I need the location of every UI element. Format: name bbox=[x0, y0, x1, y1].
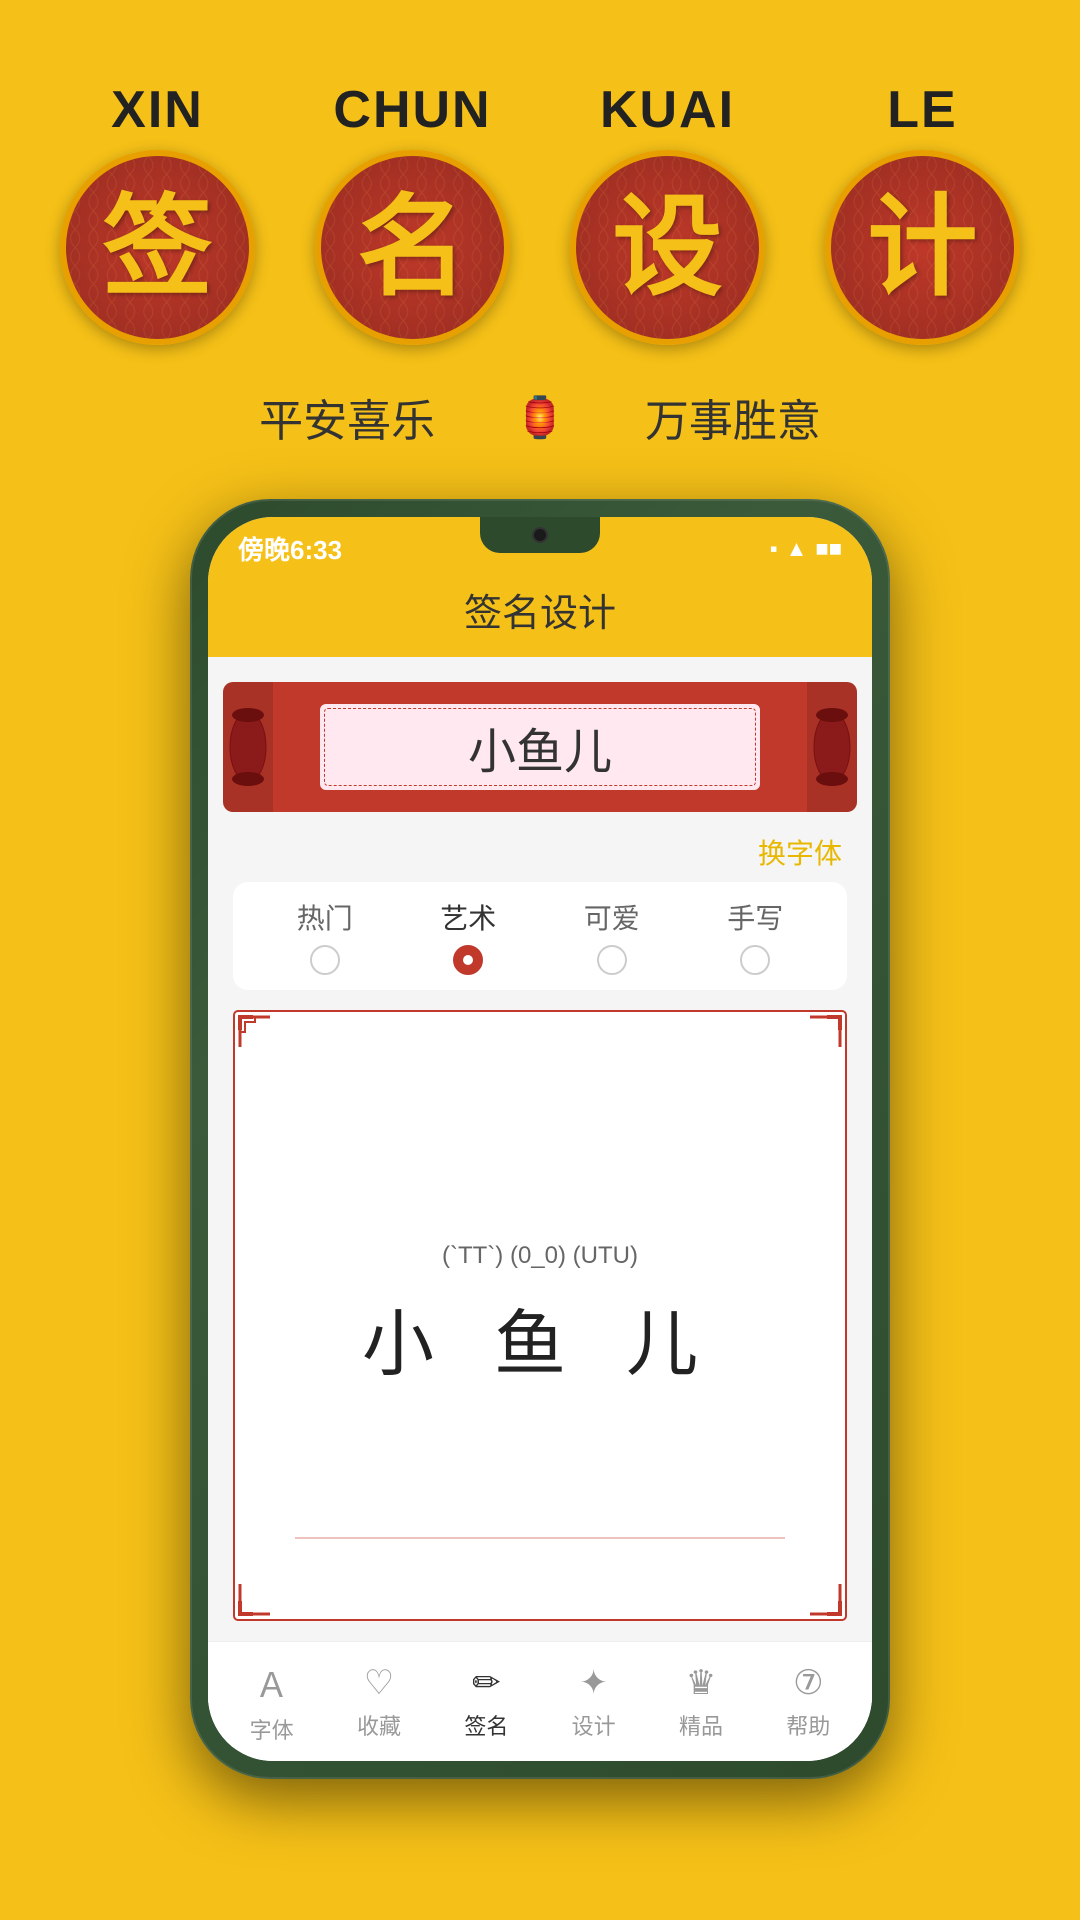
premium-icon: ♛ bbox=[686, 1663, 716, 1703]
help-icon: ⑦ bbox=[793, 1663, 823, 1703]
tab-art-label: 艺术 bbox=[440, 897, 496, 937]
nav-item-font[interactable]: Ａ 字体 bbox=[250, 1658, 294, 1745]
pinyin-kuai: KUAI bbox=[600, 80, 735, 140]
nav-label-design: 设计 bbox=[572, 1709, 616, 1741]
nav-label-sign: 签名 bbox=[464, 1709, 508, 1741]
scroll-inner: 小鱼儿 bbox=[318, 702, 762, 792]
char-text-1: 签 bbox=[103, 193, 213, 303]
change-font-row[interactable]: 换字体 bbox=[208, 827, 872, 882]
tab-cute-label: 可爱 bbox=[584, 897, 640, 937]
font-tabs: 热门 艺术 可爱 手写 bbox=[233, 882, 847, 990]
char-text-4: 计 bbox=[868, 193, 978, 303]
sig-content: (`TT`) (0_0) (UTU) 小 鱼 儿 bbox=[362, 1242, 718, 1390]
phone-inner: 傍晚6:33 ▪ ▲ ■■ 签名设计 bbox=[208, 517, 872, 1761]
collect-icon: ♡ bbox=[364, 1663, 394, 1703]
change-font-button[interactable]: 换字体 bbox=[758, 838, 842, 869]
wifi-icon: ▲ bbox=[786, 536, 808, 562]
char-text-2: 名 bbox=[358, 193, 468, 303]
pinyin-xin: XIN bbox=[111, 80, 204, 140]
status-time: 傍晚6:33 bbox=[238, 530, 342, 567]
corner-deco-tr bbox=[775, 1012, 845, 1082]
tab-handwrite-indicator bbox=[740, 945, 770, 975]
char-circle-1: 签 bbox=[60, 150, 255, 345]
nav-item-design[interactable]: ✦ 设计 bbox=[572, 1663, 616, 1741]
design-icon: ✦ bbox=[579, 1663, 608, 1703]
camera bbox=[532, 527, 548, 543]
scroll-body: 小鱼儿 bbox=[238, 682, 842, 812]
nav-label-help: 帮助 bbox=[786, 1709, 830, 1741]
subtitle-left: 平安喜乐 bbox=[259, 385, 435, 449]
nav-label-font: 字体 bbox=[250, 1713, 294, 1745]
char-circle-4: 计 bbox=[825, 150, 1020, 345]
char-text-3: 设 bbox=[613, 193, 723, 303]
nav-item-premium[interactable]: ♛ 精品 bbox=[679, 1663, 723, 1741]
phone-mockup-section: 傍晚6:33 ▪ ▲ ■■ 签名设计 bbox=[0, 499, 1080, 1779]
sig-emoticons-text: (`TT`) (0_0) (UTU) bbox=[442, 1242, 638, 1270]
nav-label-collect: 收藏 bbox=[357, 1709, 401, 1741]
corner-deco-tl bbox=[235, 1012, 305, 1082]
nav-item-collect[interactable]: ♡ 收藏 bbox=[357, 1663, 401, 1741]
scroll-right-cap bbox=[807, 682, 857, 812]
tab-handwrite[interactable]: 手写 bbox=[727, 897, 783, 975]
scroll-banner: 小鱼儿 bbox=[238, 682, 842, 812]
corner-deco-bl bbox=[235, 1549, 305, 1619]
pinyin-le: LE bbox=[887, 80, 957, 140]
tab-cute-indicator bbox=[597, 945, 627, 975]
subtitle-right: 万事胜意 bbox=[645, 385, 821, 449]
app-title: 签名设计 bbox=[464, 593, 616, 635]
sign-icon: ✏ bbox=[472, 1663, 501, 1703]
ingot-icon: 🏮 bbox=[515, 394, 565, 441]
tab-handwrite-label: 手写 bbox=[727, 897, 783, 937]
scroll-left-cap bbox=[223, 682, 273, 812]
nav-label-premium: 精品 bbox=[679, 1709, 723, 1741]
phone-outer: 傍晚6:33 ▪ ▲ ■■ 签名设计 bbox=[190, 499, 890, 1779]
char-circle-2: 名 bbox=[315, 150, 510, 345]
char-circle-3: 设 bbox=[570, 150, 765, 345]
tab-art[interactable]: 艺术 bbox=[440, 897, 496, 975]
bottom-nav: Ａ 字体 ♡ 收藏 ✏ 签名 ✦ 设计 bbox=[208, 1641, 872, 1761]
app-header: 签名设计 bbox=[208, 572, 872, 657]
battery-icon: ▪ bbox=[770, 536, 778, 562]
corner-deco-br bbox=[775, 1549, 845, 1619]
char-item-2: CHUN 名 bbox=[315, 80, 510, 345]
char-grid: XIN 签 CHUN bbox=[60, 80, 1020, 345]
sig-bottom-line bbox=[295, 1537, 785, 1539]
phone-notch bbox=[480, 517, 600, 553]
tab-art-indicator bbox=[453, 945, 483, 975]
signal-icon: ■■ bbox=[815, 536, 842, 562]
nav-item-sign[interactable]: ✏ 签名 bbox=[464, 1663, 508, 1741]
sig-display: (`TT`) (0_0) (UTU) 小 鱼 儿 bbox=[233, 1010, 847, 1621]
tab-hot-indicator bbox=[310, 945, 340, 975]
status-icons: ▪ ▲ ■■ bbox=[770, 536, 842, 562]
scroll-name-text: 小鱼儿 bbox=[468, 712, 612, 782]
sig-name-display: 小 鱼 儿 bbox=[362, 1285, 718, 1390]
tab-hot-label: 热门 bbox=[297, 897, 353, 937]
top-section: XIN 签 CHUN bbox=[0, 0, 1080, 449]
pinyin-chun: CHUN bbox=[333, 80, 491, 140]
char-item-3: KUAI 设 bbox=[570, 80, 765, 345]
tab-hot[interactable]: 热门 bbox=[297, 897, 353, 975]
font-icon: Ａ bbox=[255, 1658, 289, 1707]
nav-item-help[interactable]: ⑦ 帮助 bbox=[786, 1663, 830, 1741]
app-content: 小鱼儿 换字体 bbox=[208, 657, 872, 1761]
tab-cute[interactable]: 可爱 bbox=[584, 897, 640, 975]
char-item-4: LE 计 bbox=[825, 80, 1020, 345]
char-item-1: XIN 签 bbox=[60, 80, 255, 345]
subtitle-row: 平安喜乐 🏮 万事胜意 bbox=[259, 385, 821, 449]
